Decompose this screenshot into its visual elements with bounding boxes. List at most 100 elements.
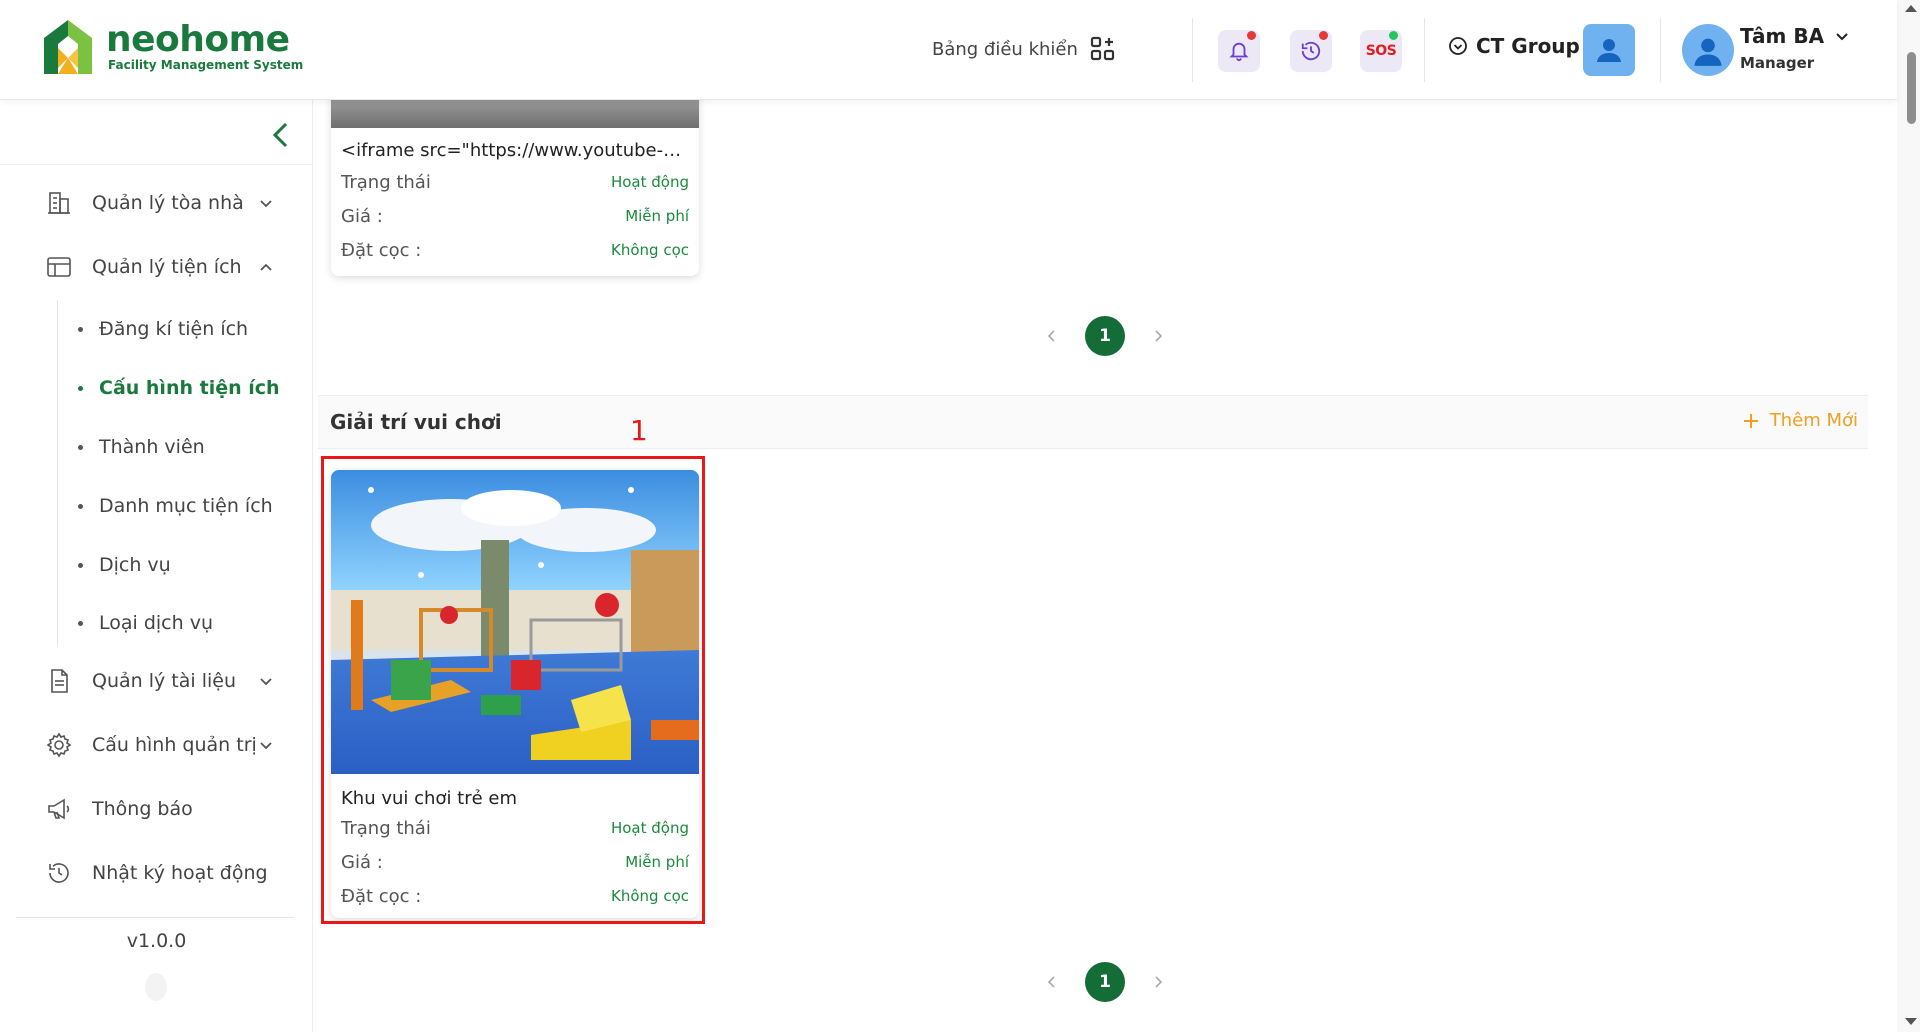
sidebar-item-label: Thông báo — [92, 798, 193, 820]
status-badge: Hoạt động — [610, 173, 689, 191]
sos-button[interactable]: SOS — [1360, 30, 1402, 72]
history-dot — [1319, 31, 1328, 40]
gear-icon — [46, 732, 72, 758]
dashboard-label: Bảng điều khiển — [932, 38, 1078, 60]
subitem-label: Thành viên — [99, 436, 205, 458]
section-header: Giải trí vui chơi Thêm Mới — [318, 395, 1868, 449]
megaphone-icon — [48, 798, 70, 820]
sidebar-item-activity-log[interactable]: Nhật ký hoạt động — [46, 860, 268, 886]
bullet — [78, 326, 83, 332]
sidebar-item-announcements[interactable]: Thông báo — [46, 796, 193, 822]
top-header: neohome Facility Management System Bảng … — [0, 0, 1897, 100]
annotation-number: 1 — [630, 414, 648, 447]
bullet — [78, 562, 83, 568]
add-new-button[interactable]: Thêm Mới — [1742, 410, 1858, 431]
chevron-down-icon — [260, 678, 272, 686]
sidebar-item-label: Cấu hình quản trị — [92, 734, 257, 756]
sidebar-item-building[interactable]: Quản lý tòa nhà — [46, 190, 272, 216]
sidebar-subitem-config[interactable]: Cấu hình tiện ích — [78, 377, 280, 399]
bullet — [78, 385, 83, 391]
sidebar-subitem-register[interactable]: Đăng kí tiện ích — [78, 318, 248, 340]
sidebar-item-utilities[interactable]: Quản lý tiện ích — [46, 254, 272, 280]
chevron-up-icon — [260, 263, 272, 271]
building-icon — [48, 192, 70, 214]
subitem-label: Danh mục tiện ích — [99, 495, 273, 517]
pagination-bottom: 1 — [1045, 962, 1165, 1002]
user-name: Tâm BA — [1740, 24, 1825, 48]
scroll-down-arrow-icon[interactable] — [1905, 1018, 1917, 1025]
user-menu[interactable]: Tâm BA — [1740, 24, 1850, 48]
bell-icon — [1229, 42, 1249, 62]
history-button[interactable] — [1290, 30, 1332, 72]
pagination-top: 1 — [1045, 316, 1165, 356]
org-selector[interactable]: CT Group — [1448, 34, 1580, 58]
annotation-highlight-box — [321, 456, 705, 924]
header-divider — [1424, 18, 1425, 82]
card-deposit-row: Đặt cọc : Không cọc — [341, 239, 689, 261]
sidebar-ghost-element — [145, 973, 167, 1001]
layout-icon — [47, 257, 71, 277]
sidebar-subitem-service-types[interactable]: Loại dịch vụ — [78, 612, 213, 634]
sidebar-item-label: Quản lý tòa nhà — [92, 192, 244, 214]
bullet — [78, 620, 83, 626]
notification-dot — [1247, 31, 1256, 40]
chevron-right-icon[interactable] — [1151, 329, 1165, 343]
subitem-label: Đăng kí tiện ích — [99, 318, 249, 340]
submenu-line — [57, 300, 58, 646]
scrollbar[interactable] — [1897, 0, 1920, 1032]
sidebar-item-documents[interactable]: Quản lý tài liệu — [46, 668, 272, 694]
sidebar-subitem-services[interactable]: Dịch vụ — [78, 554, 171, 576]
sos-label: SOS — [1365, 43, 1397, 59]
bullet — [78, 503, 83, 509]
section-title: Giải trí vui chơi — [330, 410, 502, 434]
sidebar-subitem-members[interactable]: Thành viên — [78, 436, 205, 458]
plus-icon — [1743, 413, 1758, 428]
card-price-row: Giá : Miễn phí — [341, 205, 689, 227]
brand-name: neohome — [106, 19, 290, 60]
subitem-label: Dịch vụ — [99, 554, 171, 576]
user-avatar[interactable] — [1682, 24, 1734, 76]
dashboard-link[interactable]: Bảng điều khiển — [932, 36, 1116, 62]
clock-history-icon — [1301, 41, 1321, 61]
user-icon — [1597, 39, 1621, 62]
brand-subtitle: Facility Management System — [108, 58, 304, 72]
dashboard-grid-icon — [1090, 36, 1114, 61]
sidebar-divider — [0, 164, 313, 165]
chevron-right-icon[interactable] — [1151, 975, 1165, 989]
add-new-label: Thêm Mới — [1769, 410, 1858, 431]
check-circle-icon — [1449, 37, 1467, 55]
scrollbar-thumb[interactable] — [1907, 52, 1916, 124]
chevron-down-icon — [260, 200, 272, 208]
collapse-sidebar-icon[interactable] — [268, 120, 294, 150]
subitem-label: Loại dịch vụ — [99, 612, 213, 634]
sos-dot — [1389, 31, 1398, 40]
scroll-up-arrow-icon[interactable] — [1905, 5, 1917, 12]
user-role: Manager — [1740, 54, 1815, 72]
sidebar-item-label: Nhật ký hoạt động — [92, 862, 268, 884]
header-divider — [1192, 18, 1193, 82]
card-status-row: Trạng thái Hoạt động — [341, 171, 689, 193]
house-logo-icon — [44, 20, 92, 74]
sidebar-item-label: Quản lý tài liệu — [92, 670, 236, 692]
org-name: CT Group — [1476, 34, 1580, 58]
page-button[interactable]: 1 — [1085, 962, 1125, 1002]
sidebar-item-admin-config[interactable]: Cấu hình quản trị — [46, 732, 272, 758]
sidebar: Quản lý tòa nhà Quản lý tiện ích Đăng kí… — [0, 100, 313, 1032]
chevron-left-icon[interactable] — [1045, 329, 1059, 343]
chevron-down-icon — [260, 742, 272, 750]
sidebar-subitem-categories[interactable]: Danh mục tiện ích — [78, 495, 273, 517]
history-icon — [49, 863, 69, 883]
chevron-down-icon — [1836, 33, 1848, 41]
notification-button[interactable] — [1218, 30, 1260, 72]
chevron-left-icon[interactable] — [1045, 975, 1059, 989]
page-button[interactable]: 1 — [1085, 316, 1125, 356]
org-avatar[interactable] — [1583, 24, 1635, 76]
sidebar-bottom-divider — [16, 917, 294, 918]
app-version: v1.0.0 — [126, 930, 187, 952]
header-divider — [1660, 18, 1661, 82]
sidebar-item-label: Quản lý tiện ích — [92, 256, 242, 278]
card-title: <iframe src="https://www.youtube-n... — [341, 140, 692, 161]
bullet — [78, 444, 83, 450]
user-icon — [1694, 38, 1722, 66]
brand-logo[interactable]: neohome Facility Management System — [42, 18, 303, 76]
